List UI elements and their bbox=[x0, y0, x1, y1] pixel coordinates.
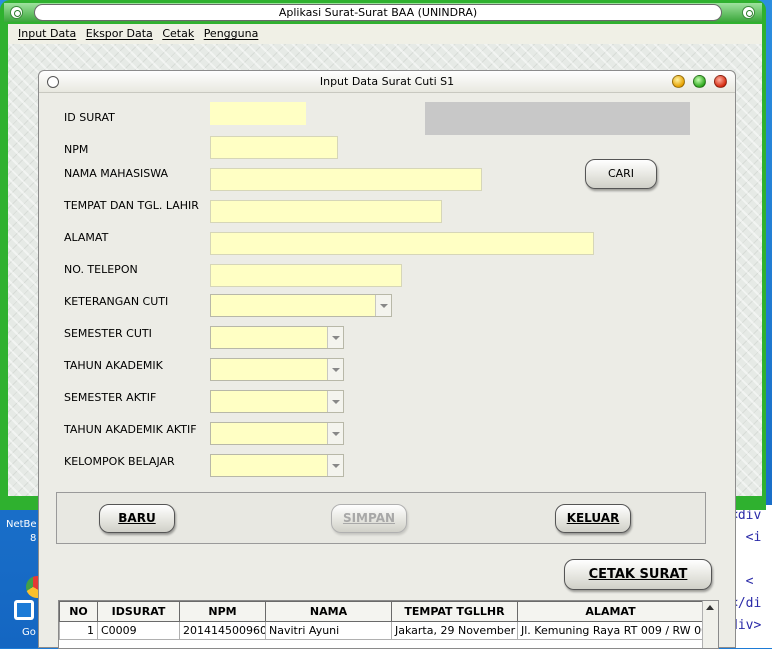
desktop-shortcut-icon[interactable] bbox=[14, 600, 34, 620]
label-id-surat: ID SURAT bbox=[64, 111, 115, 124]
code-line: </di bbox=[730, 596, 762, 611]
app-title: Aplikasi Surat-Surat BAA (UNINDRA) bbox=[34, 4, 722, 21]
label-nama-mahasiswa: NAMA MAHASISWA bbox=[64, 167, 169, 180]
code-line: <i bbox=[730, 530, 762, 545]
desktop-icon-label[interactable]: NetBe bbox=[6, 519, 37, 530]
kelompok-belajar-select[interactable] bbox=[210, 454, 344, 477]
cell-npm: 201414500960 bbox=[179, 621, 266, 640]
label-semester-cuti: SEMESTER CUTI bbox=[64, 327, 152, 340]
label-npm: NPM bbox=[64, 143, 89, 156]
baru-button[interactable]: BARU bbox=[99, 504, 175, 533]
semester-cuti-select[interactable] bbox=[210, 326, 344, 349]
scroll-up-icon[interactable] bbox=[706, 605, 714, 610]
cell-alamat: Jl. Kemuning Raya RT 009 / RW 006 bbox=[517, 621, 704, 640]
chevron-down-icon[interactable] bbox=[327, 391, 343, 412]
action-button-panel: BARU SIMPAN KELUAR bbox=[56, 492, 706, 544]
frame-title: Input Data Surat Cuti S1 bbox=[319, 75, 455, 88]
simpan-button-label: SIMPAN bbox=[342, 511, 396, 525]
minimize-icon[interactable] bbox=[672, 75, 685, 88]
label-tempat-tgl-lahir: TEMPAT DAN TGL. LAHIR bbox=[64, 199, 199, 212]
close-icon[interactable] bbox=[714, 75, 727, 88]
chevron-down-icon[interactable] bbox=[375, 295, 391, 316]
label-tahun-akademik-aktif: TAHUN AKADEMIK AKTIF bbox=[64, 423, 197, 436]
column-header-no[interactable]: NO bbox=[59, 601, 98, 622]
label-tahun-akademik: TAHUN AKADEMIK bbox=[64, 359, 163, 372]
tahun-akademik-select[interactable] bbox=[210, 358, 344, 381]
cari-button-label: CARI bbox=[607, 167, 635, 180]
tempat-tgl-lahir-field[interactable] bbox=[210, 200, 442, 223]
alamat-field[interactable] bbox=[210, 232, 594, 255]
frame-menu-icon[interactable] bbox=[47, 76, 59, 88]
column-header-npm[interactable]: NPM bbox=[179, 601, 266, 622]
code-line: div> bbox=[730, 618, 762, 633]
desktop-icon-label[interactable]: Go bbox=[22, 627, 36, 638]
cell-nama: Navitri Ayuni bbox=[265, 621, 392, 640]
cari-button[interactable]: CARI bbox=[585, 159, 657, 189]
column-header-nama[interactable]: NAMA bbox=[265, 601, 392, 622]
menu-ekspor-data[interactable]: Ekspor Data bbox=[86, 27, 153, 40]
desktop-icon-label: 8 bbox=[30, 533, 37, 544]
table-row[interactable]: 1 C0009 201414500960 Navitri Ayuni Jakar… bbox=[59, 621, 704, 640]
cell-idsurat: C0009 bbox=[97, 621, 180, 640]
menu-bar: Input Data Ekspor Data Cetak Pengguna bbox=[8, 24, 762, 44]
surat-table[interactable]: NO IDSURAT NPM NAMA TEMPAT TGLLHR ALAMAT… bbox=[58, 600, 719, 649]
cetak-surat-button[interactable]: CETAK SURAT bbox=[564, 559, 712, 590]
label-semester-aktif: SEMESTER AKTIF bbox=[64, 391, 157, 404]
surat-table-grid: NO IDSURAT NPM NAMA TEMPAT TGLLHR ALAMAT… bbox=[59, 601, 704, 640]
maximize-icon[interactable] bbox=[693, 75, 706, 88]
frame-titlebar[interactable]: Input Data Surat Cuti S1 bbox=[39, 71, 735, 93]
column-header-tempat-tgllhr[interactable]: TEMPAT TGLLHR bbox=[391, 601, 518, 622]
keluar-button-label: KELUAR bbox=[566, 511, 620, 525]
table-scrollbar[interactable] bbox=[702, 601, 718, 648]
internal-frame-input-cuti: Input Data Surat Cuti S1 ID SURAT NPM NA… bbox=[38, 70, 736, 649]
label-keterangan-cuti: KETERANGAN CUTI bbox=[64, 295, 169, 308]
keterangan-cuti-select[interactable] bbox=[210, 294, 392, 317]
column-header-alamat[interactable]: ALAMAT bbox=[517, 601, 704, 622]
keluar-button[interactable]: KELUAR bbox=[555, 504, 631, 533]
table-header-row: NO IDSURAT NPM NAMA TEMPAT TGLLHR ALAMAT bbox=[59, 601, 704, 622]
cell-tempat-tgllhr: Jakarta, 29 November 19 bbox=[391, 621, 518, 640]
menu-input-data[interactable]: Input Data bbox=[18, 27, 76, 40]
semester-aktif-select[interactable] bbox=[210, 390, 344, 413]
cell-no: 1 bbox=[59, 621, 98, 640]
nama-mahasiswa-field[interactable] bbox=[210, 168, 482, 191]
window-restore-icon[interactable] bbox=[742, 6, 755, 19]
chevron-down-icon[interactable] bbox=[327, 423, 343, 444]
app-titlebar[interactable]: Aplikasi Surat-Surat BAA (UNINDRA) bbox=[4, 3, 762, 22]
id-surat-display bbox=[425, 102, 690, 135]
chevron-down-icon[interactable] bbox=[327, 359, 343, 380]
label-no-telepon: NO. TELEPON bbox=[64, 263, 138, 276]
code-line: < bbox=[730, 574, 754, 589]
chevron-down-icon[interactable] bbox=[327, 327, 343, 348]
tahun-akademik-aktif-select[interactable] bbox=[210, 422, 344, 445]
no-telepon-field[interactable] bbox=[210, 264, 402, 287]
menu-cetak[interactable]: Cetak bbox=[162, 27, 194, 40]
menu-pengguna[interactable]: Pengguna bbox=[204, 27, 259, 40]
label-kelompok-belajar: KELOMPOK BELAJAR bbox=[64, 455, 175, 468]
baru-button-label: BARU bbox=[118, 511, 156, 525]
column-header-idsurat[interactable]: IDSURAT bbox=[97, 601, 180, 622]
simpan-button[interactable]: SIMPAN bbox=[331, 504, 407, 533]
label-alamat: ALAMAT bbox=[64, 231, 109, 244]
chevron-down-icon[interactable] bbox=[327, 455, 343, 476]
window-menu-icon[interactable] bbox=[10, 6, 23, 19]
cetak-surat-button-label: CETAK SURAT bbox=[588, 567, 688, 582]
npm-field[interactable] bbox=[210, 136, 338, 159]
id-surat-field[interactable] bbox=[210, 102, 306, 125]
